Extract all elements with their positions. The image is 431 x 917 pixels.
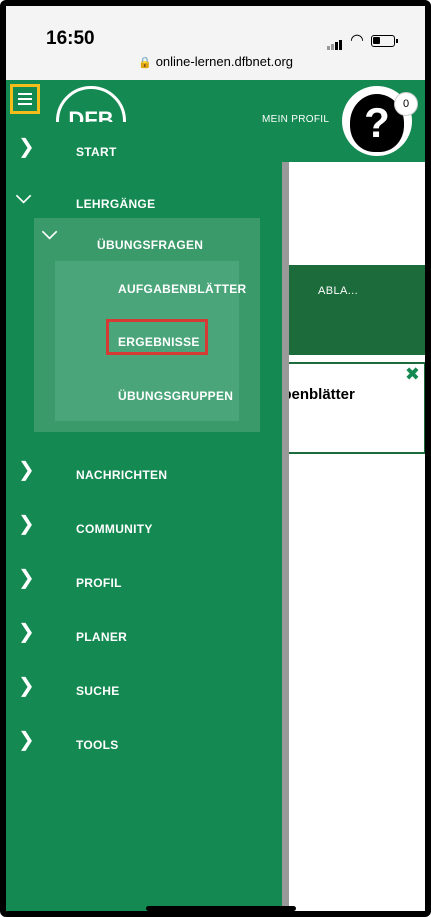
navigation-drawer: ❯ START ⌵ LEHRGÄNGE ⌵ ÜBUNGSFRAGEN AUFGA… <box>6 122 282 911</box>
highlight-ergebnisse <box>106 319 208 355</box>
chevron-right-icon: ❯ <box>18 457 35 481</box>
chevron-right-icon: ❯ <box>18 673 35 697</box>
status-icons: ◠ <box>327 32 398 50</box>
lock-icon: 🔒 <box>137 57 152 69</box>
tab-bar <box>270 265 427 355</box>
nav-item-label: PROFIL <box>76 576 122 590</box>
drawer-edge <box>282 162 289 911</box>
signal-icon <box>327 32 343 50</box>
chevron-right-icon: ❯ <box>18 511 35 535</box>
nav-item-label: START <box>76 145 117 159</box>
nav-item-community[interactable]: ❯ COMMUNITY <box>6 505 282 545</box>
nav-item-label: TOOLS <box>76 738 119 752</box>
url-text: online-lernen.dfbnet.org <box>155 54 294 69</box>
nav-item-planer[interactable]: ❯ PLANER <box>6 613 282 653</box>
battery-icon <box>371 35 398 47</box>
nav-item-label: COMMUNITY <box>76 522 153 536</box>
nav-item-label: NACHRICHTEN <box>76 468 168 482</box>
nav-item-nachrichten[interactable]: ❯ NACHRICHTEN <box>6 451 282 491</box>
nav-item-label: PLANER <box>76 630 128 644</box>
nav-item-profil[interactable]: ❯ PROFIL <box>6 559 282 599</box>
chevron-right-icon: ❯ <box>18 619 35 643</box>
tab-abla[interactable]: ABLA... <box>318 285 358 297</box>
chevron-right-icon: ❯ <box>18 565 35 589</box>
url-bar[interactable]: 🔒 online-lernen.dfbnet.org <box>6 54 425 80</box>
nav-item-label: SUCHE <box>76 684 120 698</box>
submenu-item-uebungsgruppen[interactable]: ÜBUNGSGRUPPEN <box>118 389 233 403</box>
nav-item-tools[interactable]: ❯ TOOLS <box>6 721 282 761</box>
nav-item-label: LEHRGÄNGE <box>76 197 156 211</box>
nav-item-start[interactable]: ❯ START <box>6 128 282 168</box>
nav-item-suche[interactable]: ❯ SUCHE <box>6 667 282 707</box>
notification-badge[interactable]: 0 <box>394 92 418 116</box>
status-time: 16:50 <box>46 28 95 49</box>
submenu-item-aufgabenblaetter[interactable]: AUFGABENBLÄTTER <box>118 282 247 296</box>
submenu-item-uebungsfragen[interactable]: ÜBUNGSFRAGEN <box>97 238 203 252</box>
hamburger-menu-icon[interactable] <box>10 84 40 114</box>
nav-item-lehrgaenge[interactable]: ⌵ LEHRGÄNGE <box>6 180 282 220</box>
chevron-down-icon: ⌵ <box>42 220 58 244</box>
wifi-icon: ◠ <box>350 32 364 49</box>
home-indicator[interactable] <box>146 906 296 911</box>
chevron-right-icon: ❯ <box>18 134 35 158</box>
status-bar: 16:50 ◠ <box>6 6 425 54</box>
close-icon[interactable]: ✖ <box>405 364 420 385</box>
chevron-right-icon: ❯ <box>18 727 35 751</box>
chevron-down-icon: ⌵ <box>16 184 32 208</box>
